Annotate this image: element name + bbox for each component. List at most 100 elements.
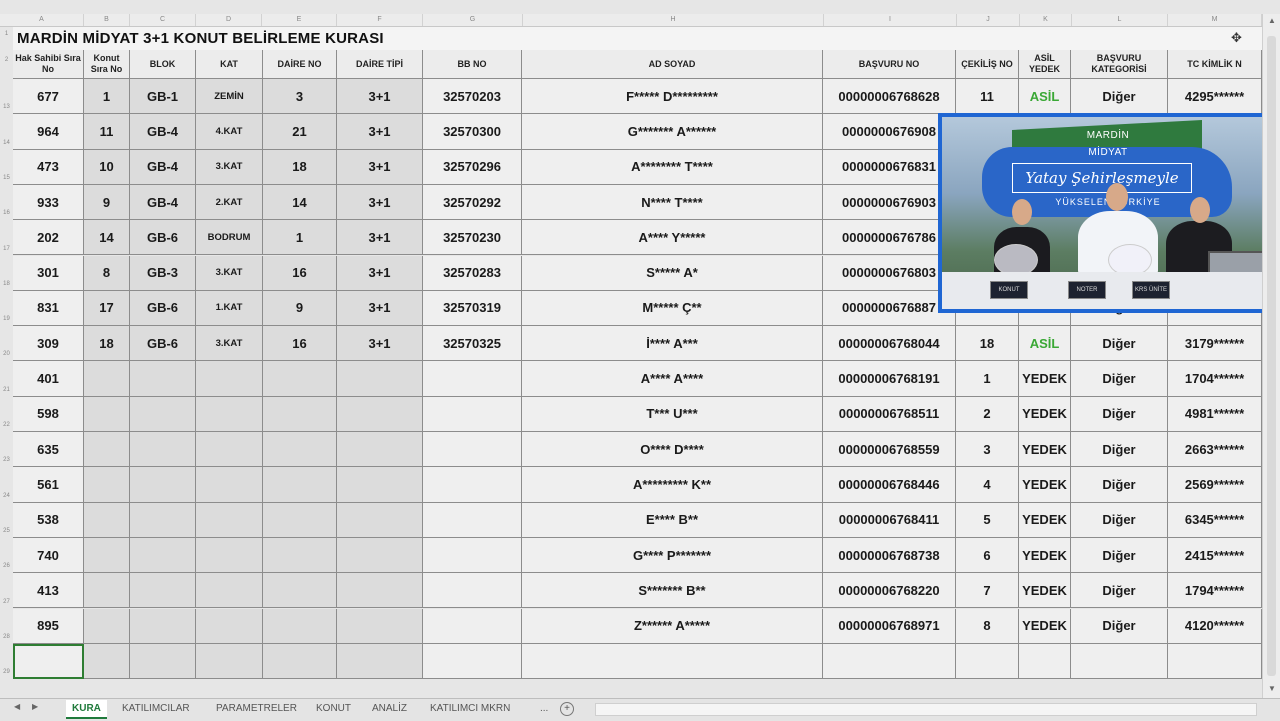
cell-basvuru[interactable]: 00000006768446	[823, 467, 956, 503]
cell-tc[interactable]: 4120******	[1168, 608, 1262, 644]
cell-bb[interactable]: 32570319	[423, 290, 522, 327]
cell-asil[interactable]: YEDEK	[1019, 608, 1071, 644]
cell-konut[interactable]: 11	[84, 114, 130, 150]
cell-kategori[interactable]: Diğer	[1071, 79, 1168, 115]
cell-blok[interactable]: GB-4	[130, 114, 196, 150]
cell-daire[interactable]: 21	[263, 114, 337, 150]
column-letter[interactable]: A	[0, 14, 84, 26]
cell-tip[interactable]	[337, 502, 423, 538]
cell-ad[interactable]: N**** T****	[522, 184, 823, 221]
cell-asil[interactable]: YEDEK	[1019, 361, 1071, 397]
cell-kategori[interactable]: Diğer	[1071, 537, 1168, 574]
tab-prev-icon[interactable]: ◀	[14, 702, 20, 711]
scroll-up-icon[interactable]: ▲	[1268, 16, 1276, 25]
cell-daire[interactable]: 16	[263, 326, 337, 362]
row-number[interactable]: 25	[0, 528, 13, 534]
cell-hak[interactable]: 538	[13, 502, 84, 538]
cell-kat[interactable]: 3.KAT	[196, 255, 263, 291]
cell-daire[interactable]: 16	[263, 255, 337, 291]
cell-asil[interactable]: ASİL	[1019, 79, 1071, 115]
row-number[interactable]: 13	[0, 104, 13, 110]
column-letter[interactable]: H	[523, 14, 824, 26]
cell-tc[interactable]: 6345******	[1168, 502, 1262, 538]
cell-asil[interactable]: YEDEK	[1019, 537, 1071, 574]
cell-basvuru[interactable]: 00000006768559	[823, 432, 956, 468]
cell-tc[interactable]: 4981******	[1168, 396, 1262, 432]
cell-hak[interactable]: 309	[13, 326, 84, 362]
cell-daire[interactable]	[263, 608, 337, 644]
cell-konut[interactable]	[84, 502, 130, 538]
cell-daire[interactable]	[263, 361, 337, 397]
cell-kategori[interactable]: Diğer	[1071, 361, 1168, 397]
cell-kat[interactable]	[196, 537, 263, 574]
cell-asil[interactable]: YEDEK	[1019, 396, 1071, 432]
cell-tc[interactable]: 2569******	[1168, 467, 1262, 503]
cell-bb[interactable]	[423, 432, 522, 468]
column-letter[interactable]: L	[1072, 14, 1168, 26]
cell-kat[interactable]: 2.KAT	[196, 184, 263, 221]
cell-hak[interactable]: 677	[13, 79, 84, 115]
cell-hak[interactable]: 561	[13, 467, 84, 503]
header-basvuru-kategorisi[interactable]: BAŞVURU KATEGORİSİ	[1071, 50, 1168, 79]
cell-daire[interactable]: 18	[263, 149, 337, 185]
cell-konut[interactable]	[84, 396, 130, 432]
tab-analiz[interactable]: ANALİZ	[372, 700, 407, 717]
cell-kat[interactable]: 3.KAT	[196, 149, 263, 185]
cell-basvuru[interactable]: 00000006768411	[823, 502, 956, 538]
cell-bb[interactable]: 32570203	[423, 79, 522, 115]
cell-kat[interactable]	[196, 361, 263, 397]
cell-konut[interactable]	[84, 608, 130, 644]
cell-cekilis[interactable]: 8	[956, 608, 1019, 644]
cell-kategori[interactable]	[1071, 643, 1168, 680]
cell-ad[interactable]: A**** Y*****	[522, 220, 823, 256]
cell-blok[interactable]: GB-6	[130, 290, 196, 327]
cell-cekilis[interactable]: 2	[956, 396, 1019, 432]
cell-ad[interactable]: A********* K**	[522, 467, 823, 503]
column-letter[interactable]: D	[196, 14, 262, 26]
cell-daire[interactable]: 3	[263, 79, 337, 115]
cell-basvuru[interactable]	[823, 643, 956, 680]
cell-bb[interactable]	[423, 643, 522, 680]
cell-tip[interactable]: 3+1	[337, 326, 423, 362]
cell-bb[interactable]	[423, 608, 522, 644]
cell-kategori[interactable]: Diğer	[1071, 608, 1168, 644]
tab-konut[interactable]: KONUT	[316, 700, 351, 717]
cell-tip[interactable]	[337, 573, 423, 609]
column-letter[interactable]: G	[423, 14, 523, 26]
cell-tip[interactable]: 3+1	[337, 114, 423, 150]
cell-bb[interactable]: 32570283	[423, 255, 522, 291]
cell-ad[interactable]: E**** B**	[522, 502, 823, 538]
row-number[interactable]: 17	[0, 246, 13, 252]
cell-kategori[interactable]: Diğer	[1071, 502, 1168, 538]
cell-daire[interactable]	[263, 537, 337, 574]
cell-blok[interactable]	[130, 608, 196, 644]
tab-parametreler[interactable]: PARAMETRELER	[216, 700, 297, 717]
cell-asil[interactable]: ASİL	[1019, 326, 1071, 362]
cell-kat[interactable]: 3.KAT	[196, 326, 263, 362]
header-asil-yedek[interactable]: ASİL YEDEK	[1019, 50, 1071, 79]
cell-cekilis[interactable]: 11	[956, 79, 1019, 115]
cell-tip[interactable]: 3+1	[337, 79, 423, 115]
cell-blok[interactable]: GB-4	[130, 184, 196, 221]
cell-daire[interactable]	[263, 396, 337, 432]
cell-kat[interactable]: ZEMİN	[196, 79, 263, 115]
cell-hak[interactable]: 831	[13, 290, 84, 327]
row-number[interactable]: 14	[0, 140, 13, 146]
cell-tip[interactable]: 3+1	[337, 220, 423, 256]
cell-konut[interactable]	[84, 467, 130, 503]
cell-cekilis[interactable]: 7	[956, 573, 1019, 609]
cell-bb[interactable]	[423, 467, 522, 503]
cell-asil[interactable]	[1019, 643, 1071, 680]
tab-katilimci-mkrn[interactable]: KATILIMCI MKRN	[430, 700, 510, 717]
cell-hak[interactable]	[13, 643, 84, 680]
column-letter[interactable]: C	[130, 14, 196, 26]
cell-kategori[interactable]: Diğer	[1071, 326, 1168, 362]
cell-tip[interactable]	[337, 608, 423, 644]
cell-blok[interactable]	[130, 502, 196, 538]
header-tc-kimlik[interactable]: TC KİMLİK N	[1168, 50, 1262, 79]
column-letter[interactable]: F	[337, 14, 423, 26]
tab-katilimcilar[interactable]: KATILIMCILAR	[122, 700, 190, 717]
cell-basvuru[interactable]: 0000000676903	[823, 184, 956, 221]
cell-daire[interactable]	[263, 573, 337, 609]
cell-kat[interactable]	[196, 396, 263, 432]
